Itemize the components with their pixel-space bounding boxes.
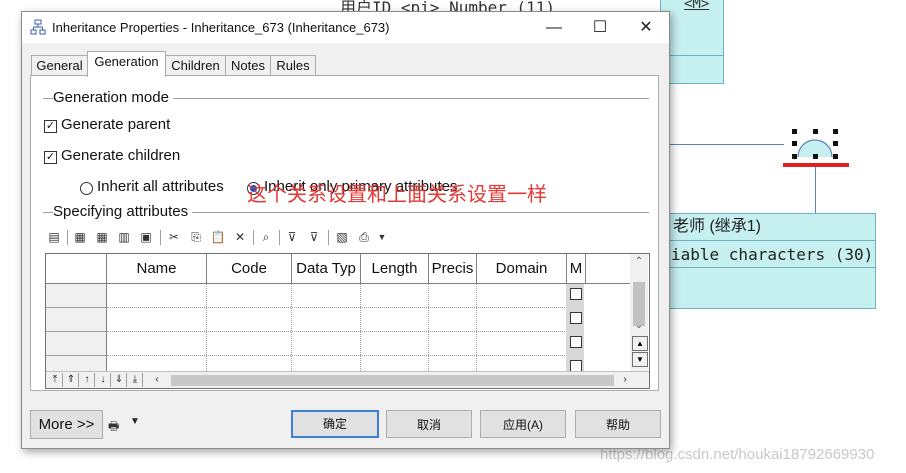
title-bar[interactable]: Inheritance Properties - Inheritance_673… bbox=[22, 12, 669, 43]
annotation-text: 这个关系设置和上面关系设置一样 bbox=[247, 182, 547, 206]
grid-line bbox=[206, 284, 207, 371]
scroll-up-icon[interactable]: ⌃ bbox=[630, 256, 648, 267]
row-header[interactable] bbox=[46, 308, 107, 332]
more-button[interactable]: More >> bbox=[30, 410, 103, 439]
column-header-data-type[interactable]: Data Typ bbox=[292, 254, 361, 284]
paste-icon[interactable]: 📋 bbox=[209, 228, 227, 246]
row-header[interactable] bbox=[46, 332, 107, 356]
column-header-mandatory[interactable]: M bbox=[567, 254, 586, 284]
toolbar-separator bbox=[160, 230, 161, 245]
inheritance-properties-dialog: Inheritance Properties - Inheritance_673… bbox=[21, 11, 670, 449]
inheritance-bar bbox=[783, 163, 849, 167]
apply-button[interactable]: 应用(A) bbox=[480, 410, 566, 438]
scroll-left-icon[interactable]: ‹ bbox=[150, 373, 164, 387]
print-dropdown-icon[interactable]: ▼ bbox=[130, 416, 140, 427]
generate-parent-label[interactable]: Generate parent bbox=[61, 116, 170, 133]
properties-icon[interactable]: ▤ bbox=[45, 228, 63, 246]
move-bottom-icon[interactable]: ⤓ bbox=[128, 373, 143, 387]
add-attributes-icon[interactable]: ▥ bbox=[115, 228, 133, 246]
tab-rules[interactable]: Rules bbox=[270, 55, 316, 76]
mandatory-checkbox[interactable] bbox=[570, 336, 582, 348]
tab-generation[interactable]: Generation bbox=[87, 51, 166, 77]
row-header[interactable] bbox=[46, 284, 107, 308]
specifying-attributes-label: Specifying attributes bbox=[53, 203, 193, 220]
move-top-icon[interactable]: ⤒ bbox=[48, 373, 63, 387]
grid-line bbox=[476, 284, 477, 371]
inherit-all-radio[interactable] bbox=[80, 182, 93, 195]
cancel-button[interactable]: 取消 bbox=[386, 410, 472, 438]
copy-icon[interactable]: ⎘ bbox=[187, 228, 205, 246]
print-icon[interactable]: 🖶 bbox=[108, 417, 126, 433]
vertical-scrollbar[interactable]: ⌃ ⌄ ▲ ▼ bbox=[630, 254, 648, 371]
move-up-icon[interactable]: ↑ bbox=[80, 373, 95, 387]
mandatory-checkbox[interactable] bbox=[570, 312, 582, 324]
inheritance-app-icon bbox=[30, 19, 46, 35]
tab-notes[interactable]: Notes bbox=[225, 55, 271, 76]
horizontal-scroll-thumb[interactable] bbox=[171, 375, 614, 386]
ok-button[interactable]: 确定 bbox=[291, 410, 379, 438]
inherit-all-label[interactable]: Inherit all attributes bbox=[97, 178, 224, 195]
column-header-domain[interactable]: Domain bbox=[477, 254, 567, 284]
toolbar-separator bbox=[279, 230, 280, 245]
generate-parent-checkbox[interactable]: ✓ bbox=[44, 120, 57, 133]
tab-general[interactable]: General bbox=[31, 55, 88, 76]
generation-tab-panel: Generation mode ✓ Generate parent ✓ Gene… bbox=[30, 75, 659, 391]
grid-line bbox=[360, 284, 361, 371]
row-header[interactable] bbox=[46, 356, 107, 371]
column-header-name[interactable]: Name bbox=[107, 254, 207, 284]
cut-icon[interactable]: ✂ bbox=[165, 228, 183, 246]
window-title: Inheritance Properties - Inheritance_673… bbox=[52, 20, 390, 35]
reuse-icon[interactable]: ▣ bbox=[137, 228, 155, 246]
page-down-icon[interactable]: ▼ bbox=[632, 352, 648, 367]
print-icon[interactable]: ⎙ bbox=[355, 228, 373, 246]
generation-mode-label: Generation mode bbox=[53, 89, 173, 106]
maximize-button[interactable]: ☐ bbox=[577, 12, 623, 43]
toolbar-separator bbox=[253, 230, 254, 245]
mandatory-checkbox[interactable] bbox=[570, 288, 582, 300]
column-header-code[interactable]: Code bbox=[207, 254, 292, 284]
minimize-button[interactable]: — bbox=[531, 12, 577, 43]
scroll-down-icon[interactable]: ⌄ bbox=[630, 320, 648, 331]
column-header-precision[interactable]: Precis bbox=[429, 254, 477, 284]
background-entity-marker: <M> bbox=[684, 0, 710, 12]
generate-children-checkbox[interactable]: ✓ bbox=[44, 151, 57, 164]
grid-navigation-bar: ⤒ ⇑ ↑ ↓ ⇓ ⤓ ‹ › bbox=[46, 371, 649, 388]
grid-line bbox=[107, 307, 567, 308]
grid-line bbox=[107, 331, 567, 332]
add-row-icon[interactable]: ▦ bbox=[71, 228, 89, 246]
entity-title: 老师 (继承1) bbox=[673, 218, 762, 235]
toolbar-separator bbox=[67, 230, 68, 245]
grid-corner[interactable] bbox=[46, 254, 107, 284]
tab-children[interactable]: Children bbox=[165, 55, 226, 76]
export-excel-icon[interactable]: ▧ bbox=[333, 228, 351, 246]
entity-attribute: iable characters (30) bbox=[661, 240, 875, 268]
scroll-right-icon[interactable]: › bbox=[618, 373, 632, 387]
grid-line bbox=[107, 355, 567, 356]
background-entity-child[interactable]: 老师 (继承1) iable characters (30) bbox=[660, 213, 876, 309]
grid-line bbox=[291, 284, 292, 371]
filter-clear-icon[interactable]: ⊽ bbox=[305, 228, 323, 246]
filter-icon[interactable]: ⊽ bbox=[283, 228, 301, 246]
attributes-grid: Name Code Data Typ Length Precis Domain … bbox=[45, 253, 650, 389]
column-header-length[interactable]: Length bbox=[361, 254, 429, 284]
grid-line bbox=[428, 284, 429, 371]
connector-line bbox=[815, 166, 816, 213]
move-down-icon[interactable]: ↓ bbox=[96, 373, 111, 387]
close-button[interactable]: ✕ bbox=[623, 12, 669, 43]
find-icon[interactable]: ⌕ bbox=[257, 228, 275, 246]
page-up-icon[interactable]: ▲ bbox=[632, 336, 648, 351]
help-button[interactable]: 帮助 bbox=[575, 410, 661, 438]
delete-icon[interactable]: ✕ bbox=[231, 228, 249, 246]
generate-children-label[interactable]: Generate children bbox=[61, 147, 180, 164]
dropdown-icon[interactable]: ▼ bbox=[373, 228, 391, 246]
insert-row-icon[interactable]: ▦ bbox=[93, 228, 111, 246]
inheritance-symbol[interactable] bbox=[790, 127, 840, 163]
connector-line bbox=[668, 144, 784, 145]
toolbar-separator bbox=[328, 230, 329, 245]
column-header-extra bbox=[586, 254, 630, 284]
move-page-down-icon[interactable]: ⇓ bbox=[112, 373, 127, 387]
move-page-up-icon[interactable]: ⇑ bbox=[64, 373, 79, 387]
